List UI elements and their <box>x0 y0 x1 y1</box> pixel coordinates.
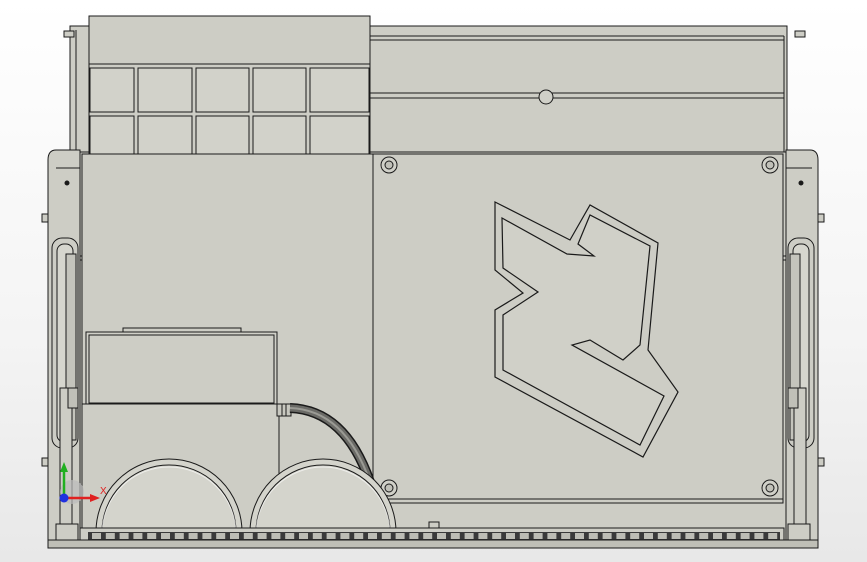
vent-slot <box>644 533 653 539</box>
vent-slot <box>354 533 364 539</box>
vent-slot <box>464 533 474 539</box>
vent-slot <box>147 533 157 539</box>
vent-slot <box>506 533 515 539</box>
vent-slot <box>340 533 350 539</box>
vent-slot <box>368 533 377 539</box>
vent-slot <box>409 533 419 539</box>
screw-top-right <box>761 156 779 174</box>
vent-slot <box>768 533 778 539</box>
vent-slot <box>271 533 281 539</box>
vent-slot <box>547 533 557 539</box>
vent-slot <box>519 533 529 539</box>
vent-slot <box>133 533 143 539</box>
vent-slot <box>174 533 184 539</box>
vent-slot <box>326 533 336 539</box>
vent-slot <box>299 533 308 539</box>
vent-slot <box>257 533 267 539</box>
vent-slot <box>437 533 446 539</box>
vent-slot <box>754 533 764 539</box>
vent-slot <box>188 533 198 539</box>
vent-slot <box>161 533 170 539</box>
vent-slot <box>713 533 722 539</box>
cad-viewport[interactable]: X <box>0 0 867 562</box>
screw-top-left <box>380 156 398 174</box>
vent-slot <box>216 533 226 539</box>
vent-slot <box>630 533 640 539</box>
vent-slot <box>726 533 736 539</box>
vent-slot <box>602 533 612 539</box>
vent-slot <box>533 533 543 539</box>
screw-bottom-right <box>761 479 779 497</box>
vent-slot <box>657 533 667 539</box>
vent-slot <box>588 533 598 539</box>
vent-slot <box>285 533 295 539</box>
triad-x-label: X <box>100 486 107 497</box>
vent-slot <box>202 533 212 539</box>
vent-slot <box>616 533 626 539</box>
vent-slot <box>423 533 433 539</box>
vent-slot <box>685 533 695 539</box>
vent-slot <box>230 533 239 539</box>
vent-slot <box>492 533 502 539</box>
vent-slot <box>450 533 460 539</box>
vent-slot <box>92 533 101 539</box>
vent-slot <box>312 533 322 539</box>
vent-slot <box>575 533 584 539</box>
cad-model-drawing[interactable]: X <box>0 0 867 562</box>
vent-slot <box>740 533 750 539</box>
vent-slot <box>561 533 571 539</box>
vent-slot <box>395 533 405 539</box>
vent-slot <box>243 533 253 539</box>
vent-slot <box>119 533 129 539</box>
vent-slot <box>671 533 681 539</box>
vent-slot <box>381 533 391 539</box>
vent-slot <box>478 533 488 539</box>
grid-box <box>88 15 371 155</box>
vent-slot <box>105 533 115 539</box>
vent-slot <box>699 533 709 539</box>
